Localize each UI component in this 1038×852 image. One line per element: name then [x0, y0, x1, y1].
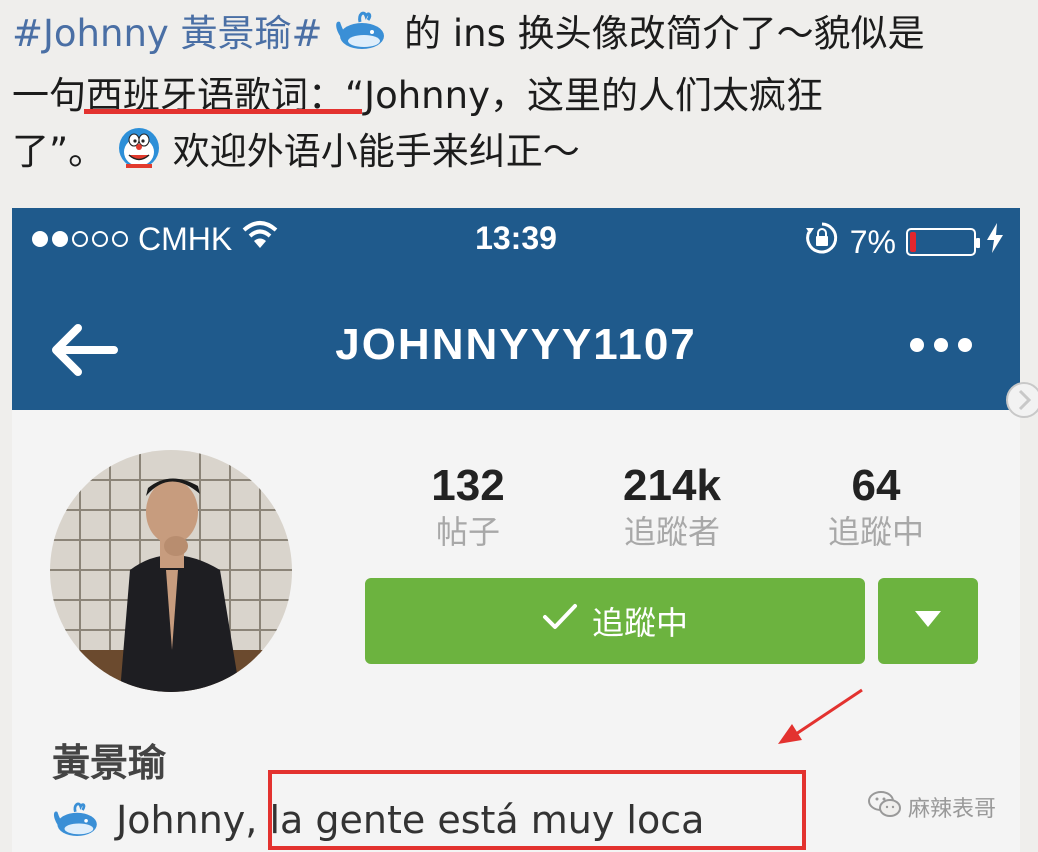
- suggestions-dropdown-button[interactable]: [878, 578, 978, 664]
- post-line-1-text: 的 ins 换头像改简介了～貌似是: [404, 12, 925, 55]
- post-line-2: 一句西班牙语歌词：“Johnny，这里的人们太疯狂: [12, 68, 1012, 124]
- post-line-2-prefix: 一句: [12, 74, 86, 117]
- post-line-3-text: 欢迎外语小能手来纠正～: [172, 130, 580, 173]
- following-label: 追蹤中: [827, 513, 924, 551]
- followers-count: 214k: [623, 461, 721, 510]
- followers-stat[interactable]: 214k 追蹤者: [572, 460, 772, 552]
- following-button-label: 追蹤中: [591, 604, 688, 642]
- orientation-lock-icon: [804, 220, 840, 264]
- charging-icon: [986, 223, 1004, 261]
- following-stat[interactable]: 64 追蹤中: [776, 460, 976, 552]
- following-button[interactable]: 追蹤中: [365, 578, 865, 664]
- nav-bar: JOHNNYYY1107: [12, 298, 1020, 388]
- bio-prefix: Johnny,: [116, 798, 270, 842]
- post-line-3-start: 了”。: [12, 130, 106, 173]
- check-icon: [542, 602, 578, 640]
- post-line-2-text: ：“Johnny，这里的人们太疯狂: [308, 74, 823, 117]
- more-icon[interactable]: [910, 338, 972, 352]
- top-bar: CMHK 13:39 7% JOHNNYYY1107: [12, 208, 1020, 410]
- annotation-box: [268, 770, 806, 850]
- post-text: #Johnny 黃景瑜# 的 ins 换头像改简介了～貌似是 一句西班牙语歌词：…: [12, 6, 1012, 186]
- instagram-screenshot: CMHK 13:39 7% JOHNNYYY1107 132 帖子 214k 追…: [12, 208, 1020, 852]
- post-line-1: #Johnny 黃景瑜# 的 ins 换头像改简介了～貌似是: [12, 6, 1012, 68]
- posts-count: 132: [431, 461, 505, 510]
- battery-percent: 7%: [849, 223, 896, 260]
- following-count: 64: [851, 461, 901, 510]
- profile-name: 黃景瑜: [52, 741, 167, 785]
- battery-icon: [906, 228, 980, 256]
- avatar[interactable]: [50, 450, 292, 692]
- followers-label: 追蹤者: [623, 513, 720, 551]
- post-line-3: 了”。 欢迎外语小能手来纠正～: [12, 124, 1012, 186]
- status-bar: CMHK 13:39 7%: [12, 220, 1020, 264]
- profile-username: JOHNNYYY1107: [335, 320, 697, 369]
- doraemon-icon: [117, 126, 161, 186]
- posts-stat[interactable]: 132 帖子: [368, 460, 568, 552]
- annotation-underline: [84, 109, 362, 114]
- caret-down-icon: [915, 611, 941, 631]
- whale-icon: [52, 799, 104, 848]
- hashtag-link[interactable]: #Johnny 黃景瑜#: [12, 12, 323, 55]
- next-chevron-icon[interactable]: [1004, 380, 1038, 420]
- watermark: 麻辣表哥: [868, 790, 996, 824]
- watermark-text: 麻辣表哥: [908, 797, 997, 822]
- wechat-icon: [868, 790, 902, 824]
- status-right: 7%: [804, 220, 1004, 264]
- posts-label: 帖子: [435, 513, 500, 551]
- whale-icon: [334, 8, 392, 68]
